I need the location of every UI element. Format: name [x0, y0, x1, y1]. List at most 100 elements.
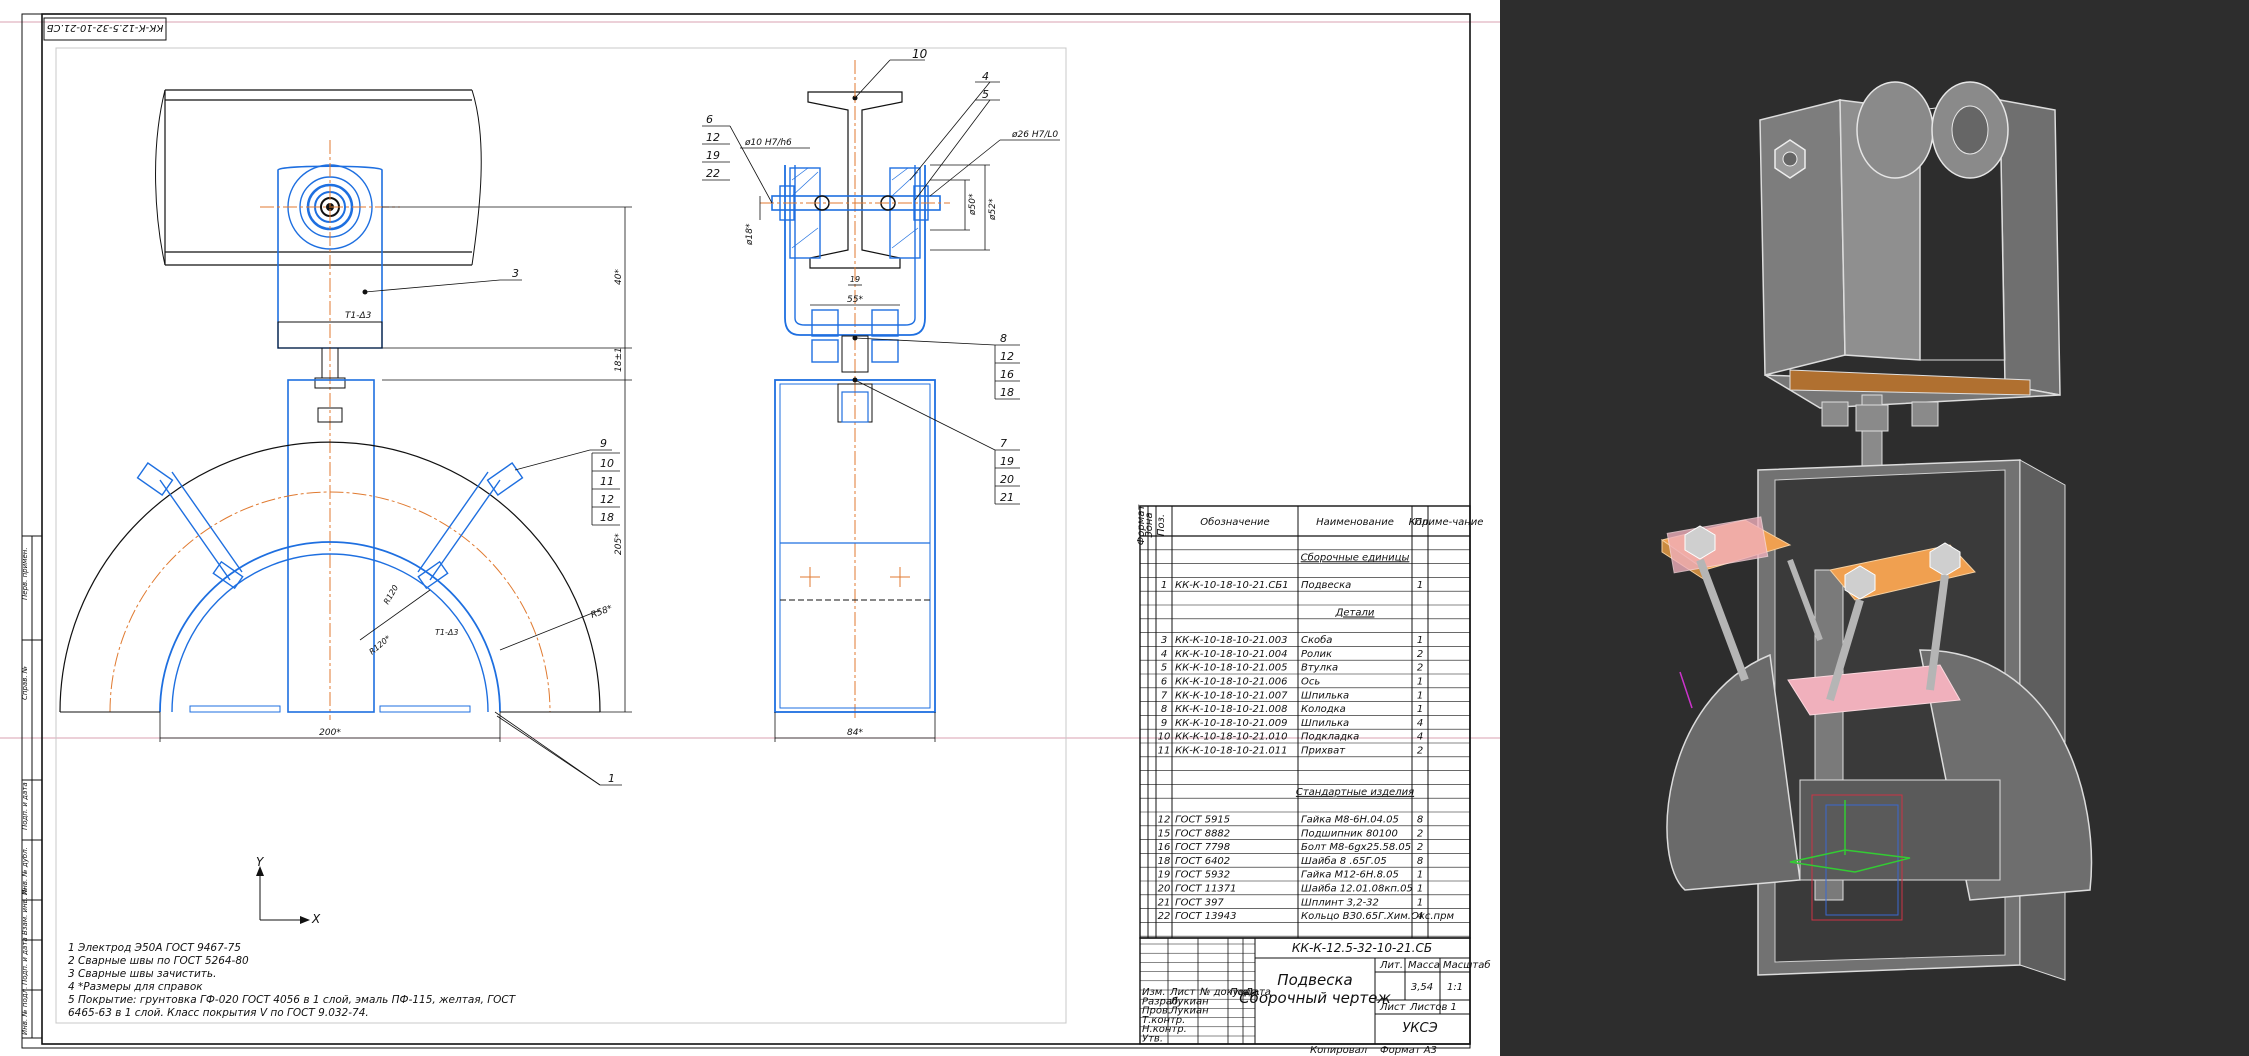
leader-6: 6 — [706, 113, 713, 126]
inner-frame — [41, 13, 1471, 1045]
strip-label-2: Справ. № — [21, 666, 29, 700]
dim-55: 55* — [847, 295, 863, 305]
leader-8: 8 — [1000, 332, 1007, 345]
note-3: 3 Сварные швы зачистить. — [68, 968, 216, 980]
spec-pos: 8 — [1161, 704, 1167, 715]
leader-s22: 22 — [706, 167, 720, 180]
spec-pos: 16 — [1158, 842, 1171, 853]
dim-big: 205* — [614, 533, 624, 555]
axis-y-label: Y — [256, 855, 265, 869]
spec-name: Болт М8-6gх25.58.05 — [1301, 842, 1411, 853]
spec-pos: 21 — [1158, 897, 1171, 908]
spec-name: Скоба — [1301, 634, 1332, 646]
dim-r2: R120* — [368, 634, 393, 657]
spec-code: КК-К-10-18-10-21.005 — [1175, 663, 1288, 674]
spec-header-6: Приме-чание — [1415, 517, 1484, 528]
spec-name: Шайба 12.01.08кп.05 — [1301, 883, 1413, 895]
dim-side-width: 84* — [847, 728, 863, 738]
specification-table[interactable]: ФорматЗона Поз. Обозначение Наименование Кол… — [1136, 504, 1484, 939]
spec-code: ГОСТ 5915 — [1175, 815, 1230, 826]
spec-qty: 4 — [1417, 911, 1423, 922]
leader-3: 3 — [512, 267, 519, 280]
spec-qty: 1 — [1417, 635, 1423, 646]
tb-copied: Копировал — [1310, 1045, 1368, 1056]
drawing-sheet[interactable]: КК-К-12.5-32-10-21.СБ Перв. примен. Спра… — [0, 0, 1500, 1056]
strip-label-7: Инв. № подл. — [21, 987, 29, 1035]
spec-code: ГОСТ 7798 — [1175, 842, 1230, 853]
spec-pos: 20 — [1158, 884, 1171, 895]
spec-pos: 6 — [1161, 677, 1167, 688]
front-view[interactable]: T1-Δ3 40* 18±1 205* 200* R58* R120* R120… — [59, 89, 632, 786]
spec-section: Детали — [1335, 608, 1375, 619]
axis-x-label: X — [311, 912, 321, 926]
spec-qty: 1 — [1417, 897, 1423, 908]
axis-indicator: Y X — [256, 855, 321, 926]
spec-code: КК-К-10-18-10-21.СБ1 — [1175, 580, 1289, 591]
spec-pos: 3 — [1161, 635, 1167, 646]
leader-1: 1 — [608, 772, 615, 785]
leader-9: 9 — [600, 437, 607, 450]
tb-cell: Утв. — [1142, 1034, 1163, 1045]
spec-pos: 7 — [1161, 690, 1168, 701]
spec-qty: 2 — [1417, 663, 1423, 674]
strip-label-1: Перв. примен. — [21, 547, 29, 600]
spec-section: Сборочные единицы — [1301, 551, 1410, 563]
spec-name: Прихват — [1301, 746, 1346, 757]
note-5: 5 Покрытие: грунтовка ГФ-020 ГОСТ 4056 в… — [68, 994, 517, 1006]
spec-pos: 22 — [1158, 911, 1171, 922]
dim-width: 200* — [319, 728, 341, 738]
spec-qty: 4 — [1417, 718, 1423, 729]
dim-d2: ø26 Н7/L0 — [1011, 130, 1058, 140]
leader-z-10: 10 — [912, 47, 928, 61]
drawing-canvas[interactable]: КК-К-12.5-32-10-21.СБ Перв. примен. Спра… — [0, 0, 1500, 1056]
leader-10: 10 — [600, 457, 614, 470]
spec-qty: 1 — [1417, 884, 1423, 895]
strip-label-3: Подп. и дата — [21, 782, 29, 830]
spec-code: КК-К-10-18-10-21.003 — [1175, 635, 1288, 646]
spec-qty: 2 — [1417, 842, 1423, 853]
dim-d4: ø50* — [968, 193, 978, 216]
left-strip: Перв. примен. Справ. № Подп. и дата Инв.… — [21, 535, 43, 1039]
tb-scale: Масштаб — [1443, 959, 1491, 971]
spec-name: Подшипник 80100 — [1301, 828, 1398, 839]
spec-pos: 1 — [1161, 580, 1167, 591]
spec-name: Кольцо ВЗ0.65Г.Хим.Окс.прм — [1301, 911, 1454, 922]
leader-s19: 19 — [706, 149, 720, 162]
side-view[interactable]: 84* 55* 19 ø10 Н7/h6 ø26 Н7/L0 ø52* ø50*… — [702, 47, 1060, 742]
leader-5: 5 — [982, 88, 989, 101]
leader-a12: 12 — [1000, 350, 1014, 363]
spec-code: КК-К-10-18-10-21.009 — [1175, 718, 1288, 729]
spec-header-2: Поз. — [1156, 514, 1167, 536]
spec-pos: 9 — [1161, 718, 1167, 729]
weld-mark-front: T1-Δ3 — [345, 311, 372, 321]
note-6: 6465-63 в 1 слой. Класс покрытия V по ГО… — [68, 1007, 369, 1019]
spec-code: КК-К-10-18-10-21.004 — [1175, 649, 1288, 660]
spec-name: Ролик — [1301, 649, 1332, 660]
technical-notes: 1 Электрод Э50А ГОСТ 9467-75 2 Сварные ш… — [68, 942, 517, 1019]
spec-name: Шплинт 3,2-32 — [1301, 897, 1379, 908]
tb-scale-val: 1:1 — [1447, 982, 1463, 993]
3d-viewport[interactable] — [1500, 0, 2249, 1056]
spec-qty: 8 — [1417, 856, 1423, 867]
spec-code: ГОСТ 11371 — [1175, 884, 1237, 895]
spec-name: Подвеска — [1301, 580, 1351, 591]
title-designation: КК-К-12.5-32-10-21.СБ — [1292, 941, 1432, 955]
spec-qty: 1 — [1417, 870, 1423, 881]
spec-code: ГОСТ 5932 — [1175, 870, 1230, 881]
3d-canvas[interactable] — [1500, 0, 2249, 1056]
spec-name: Гайка М12-6Н.8.05 — [1301, 870, 1399, 881]
spec-pos: 11 — [1158, 746, 1171, 757]
dim-mid: 18±1 — [614, 347, 624, 372]
leader-b20: 20 — [1000, 473, 1014, 486]
spec-code: ГОСТ 397 — [1175, 897, 1224, 908]
leader-a18: 18 — [1000, 386, 1014, 399]
tb-sheets: Листов 1 — [1409, 1002, 1457, 1013]
spec-name: Шпилька — [1301, 718, 1349, 729]
dim-d1: ø10 Н7/h6 — [744, 138, 792, 148]
spec-pos: 5 — [1161, 663, 1167, 674]
leader-b21: 21 — [1000, 491, 1014, 504]
spec-qty: 2 — [1417, 828, 1423, 839]
tb-lit: Лит. — [1379, 960, 1403, 971]
tb-mass-val: 3,54 — [1411, 982, 1433, 993]
spec-qty: 1 — [1417, 704, 1423, 715]
